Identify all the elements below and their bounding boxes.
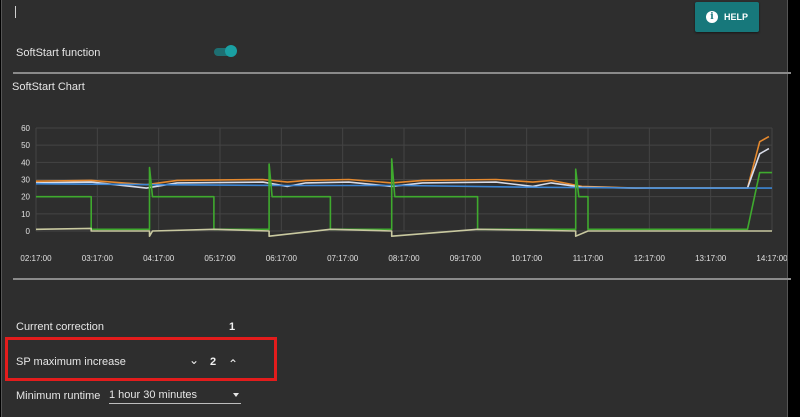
minimum-runtime-selected: 1 hour 30 minutes [109, 389, 198, 401]
x-tick-label: 13:17:00 [695, 254, 727, 263]
chart-section-title: SoftStart Chart [12, 81, 85, 93]
current-correction-label: Current correction [16, 321, 105, 333]
x-tick-label: 14:17:00 [756, 254, 787, 263]
x-tick-label: 08:17:00 [388, 254, 420, 263]
text-cursor [15, 6, 16, 18]
y-tick-label: 40 [21, 158, 30, 167]
sp-max-increase-value: 2 [210, 356, 217, 368]
info-icon: i [705, 11, 718, 23]
x-tick-label: 09:17:00 [450, 254, 482, 263]
help-button-label: HELP [723, 12, 748, 22]
section-divider [13, 72, 791, 74]
y-tick-label: 0 [26, 227, 31, 236]
y-tick-label: 30 [21, 176, 30, 185]
x-tick-label: 02:17:00 [20, 254, 52, 263]
x-tick-label: 05:17:00 [204, 254, 236, 263]
chart-divider [13, 278, 791, 280]
softstart-function-label: SoftStart function [16, 47, 101, 59]
softstart-toggle[interactable] [214, 45, 237, 57]
chevron-down-icon[interactable]: ⌄ [189, 353, 199, 367]
x-tick-label: 06:17:00 [266, 254, 298, 263]
settings-panel: i HELP SoftStart function SoftStart Char… [1, 0, 791, 417]
chart-grid [35, 127, 773, 232]
x-tick-label: 07:17:00 [327, 254, 359, 263]
x-tick-label: 11:17:00 [573, 254, 604, 263]
help-button[interactable]: i HELP [695, 2, 759, 32]
x-tick-label: 12:17:00 [634, 254, 666, 263]
chevron-up-icon[interactable]: ⌃ [228, 357, 238, 371]
softstart-chart: 0 10 20 30 40 50 60 02:17:00 03:17:00 04:17:00 05… [20, 124, 787, 263]
chevron-down-icon [233, 393, 239, 397]
minimum-runtime-select[interactable]: 1 hour 30 minutes [109, 389, 241, 404]
current-correction-value: 1 [229, 321, 236, 333]
x-tick-label: 04:17:00 [143, 254, 175, 263]
y-axis-ticks: 0 10 20 30 40 50 60 [21, 124, 30, 236]
y-tick-label: 20 [21, 193, 30, 202]
x-tick-label: 03:17:00 [82, 254, 114, 263]
sp-max-increase-label: SP maximum increase [16, 356, 126, 368]
y-tick-label: 10 [21, 210, 30, 219]
toggle-knob [225, 45, 237, 57]
minimum-runtime-label: Minimum runtime [16, 390, 101, 402]
y-tick-label: 50 [21, 141, 30, 150]
x-tick-label: 10:17:00 [511, 254, 543, 263]
x-axis-ticks: 02:17:00 03:17:00 04:17:00 05:17:00 06:17:00… [20, 254, 787, 263]
y-tick-label: 60 [21, 124, 30, 133]
